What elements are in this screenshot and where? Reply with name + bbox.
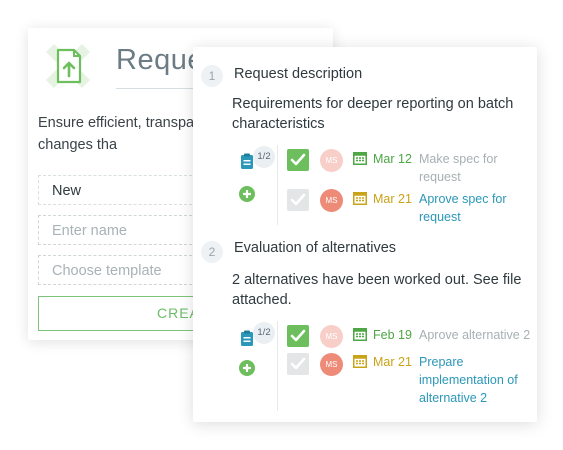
- progress-badge: 1/2: [253, 146, 275, 168]
- due-date: Mar 21: [373, 355, 412, 369]
- task-checkbox[interactable]: [287, 353, 309, 375]
- task-text[interactable]: Aprove spec for request: [419, 190, 531, 226]
- due-date: Feb 19: [373, 328, 412, 342]
- progress-badge: 1/2: [253, 322, 275, 344]
- avatar: MS: [320, 189, 343, 212]
- add-task-icon[interactable]: [239, 186, 255, 202]
- task-text[interactable]: Prepare implementation of alternative 2: [419, 353, 531, 407]
- calendar-icon: [353, 354, 367, 368]
- step-title: Request description: [234, 66, 363, 82]
- step-number: 1: [201, 65, 223, 87]
- calendar-icon: [353, 327, 367, 341]
- steps-card: 1 Request description Requirements for d…: [193, 47, 537, 422]
- calendar-icon: [353, 191, 367, 205]
- step-description: Requirements for deeper reporting on bat…: [232, 96, 514, 132]
- screen: Reques Ensure efficient, transpare handl…: [0, 0, 563, 450]
- task-checkbox[interactable]: [287, 189, 309, 211]
- task-text[interactable]: Aprove alternative 2: [419, 326, 531, 344]
- step-title: Evaluation of alternatives: [234, 240, 397, 256]
- task-checkbox[interactable]: [287, 325, 309, 347]
- calendar-icon: [353, 151, 367, 165]
- task-divider: [277, 145, 278, 225]
- avatar: MS: [320, 325, 343, 348]
- task-text[interactable]: Make spec for request: [419, 150, 531, 186]
- due-date: Mar 21: [373, 192, 412, 206]
- upload-file-icon: [38, 36, 98, 96]
- step-description: 2 alternatives have been worked out. See…: [232, 272, 522, 308]
- task-checkbox[interactable]: [287, 149, 309, 171]
- due-date: Mar 12: [373, 152, 412, 166]
- add-task-icon[interactable]: [239, 360, 255, 376]
- avatar: MS: [320, 149, 343, 172]
- step-number: 2: [201, 241, 223, 263]
- task-divider: [277, 321, 278, 411]
- clipboard-icon: [240, 330, 254, 346]
- clipboard-icon: [240, 153, 254, 169]
- avatar: MS: [320, 353, 343, 376]
